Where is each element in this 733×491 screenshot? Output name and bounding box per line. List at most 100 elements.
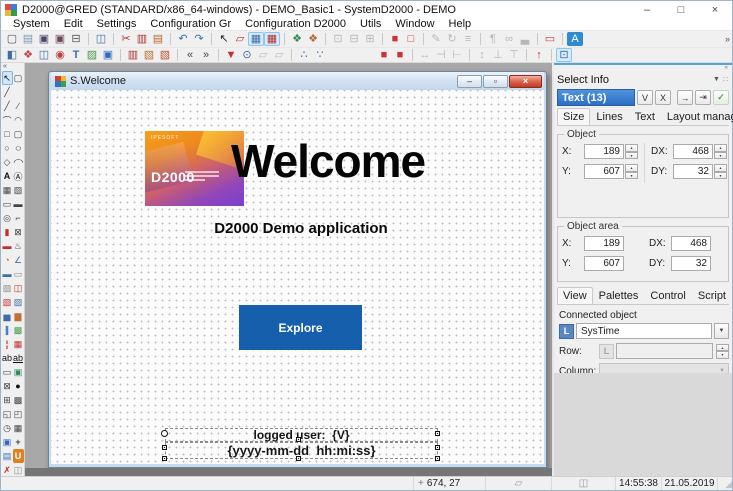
eraser-icon[interactable]: ▱	[255, 48, 271, 62]
tool-ellipse-button[interactable]: ◎	[2, 211, 13, 225]
same-width-icon[interactable]: ↔	[417, 48, 433, 62]
tool-window-b[interactable]: ◰	[13, 407, 24, 421]
redo-icon[interactable]: ↷	[191, 32, 207, 46]
tool-u-block[interactable]: U	[13, 449, 24, 463]
close-button[interactable]: ×	[698, 1, 732, 19]
new-window-icon[interactable]: ◧	[4, 48, 20, 62]
tool-pause[interactable]: ∥	[2, 323, 13, 337]
tool-gauge-small[interactable]: ▭	[13, 267, 24, 281]
tab-text[interactable]: Text	[629, 108, 661, 125]
tool-clock[interactable]: ◷	[2, 421, 13, 435]
text-object-icon[interactable]: A	[567, 32, 583, 46]
tool-led[interactable]: ▣	[13, 365, 24, 379]
schema-colors-icon[interactable]: ❖	[289, 32, 305, 46]
cut-icon[interactable]: ✂	[118, 32, 134, 46]
grow-height-icon[interactable]: ⊤	[506, 48, 522, 62]
tool-rectangle[interactable]: □	[2, 127, 13, 141]
snap-grid-icon[interactable]: ▦	[264, 32, 280, 46]
tab-size[interactable]: Size	[557, 108, 590, 125]
tool-3d-frame[interactable]: ▧	[13, 183, 24, 197]
grid-icon[interactable]: ▦	[248, 32, 264, 46]
welcome-heading[interactable]: Welcome	[231, 136, 425, 186]
toolbar-overflow-icon[interactable]: »	[725, 34, 730, 44]
schema-window-titlebar[interactable]: S.Welcome – ▫ ×	[51, 72, 544, 90]
connect-objects-icon[interactable]: ∴	[296, 48, 312, 62]
menu-utils[interactable]: Utils	[353, 19, 388, 30]
logged-user-text-object[interactable]: logged user: {V}	[165, 428, 438, 442]
rotate-icon[interactable]: ↻	[444, 32, 460, 46]
send-back-obj-icon[interactable]: ■	[392, 48, 408, 62]
tool-bar-graph[interactable]: ▅	[2, 309, 13, 323]
ungroup-icon[interactable]: ⊟	[346, 32, 362, 46]
tool-table[interactable]: ▦	[2, 183, 13, 197]
connected-object-dropdown-icon[interactable]: ▼	[714, 323, 729, 339]
last-object-button[interactable]: ⇥	[695, 90, 711, 105]
object-reference-button[interactable]: L	[559, 324, 574, 339]
tool-text[interactable]: A	[2, 169, 13, 183]
export-icon[interactable]: ▧	[157, 48, 173, 62]
undo-icon[interactable]: ↶	[175, 32, 191, 46]
y-input[interactable]: 607	[584, 164, 624, 179]
zoom-icon[interactable]: ⊙	[239, 48, 255, 62]
save-all-icon[interactable]: ▣	[52, 32, 68, 46]
dx-input[interactable]: 468	[673, 144, 713, 159]
tool-dot[interactable]: ●	[13, 379, 24, 393]
selection-handle[interactable]	[296, 456, 301, 461]
x-input[interactable]: 189	[584, 144, 624, 159]
tool-bar-indicator[interactable]: ▮	[2, 225, 13, 239]
tab-view[interactable]: View	[557, 287, 593, 304]
tool-button[interactable]: ▭	[2, 197, 13, 211]
snap-active-icon[interactable]: ⊡	[556, 48, 572, 62]
paragraph-icon[interactable]: ¶	[485, 32, 501, 46]
align-icon[interactable]: ≡	[460, 32, 476, 46]
menu-settings[interactable]: Settings	[90, 19, 144, 30]
tool-text-ab[interactable]: ab	[2, 351, 13, 365]
tool-arc[interactable]: ⌒	[2, 113, 13, 127]
tool-matrix[interactable]: ▩	[13, 393, 24, 407]
value-button[interactable]: V	[637, 90, 653, 105]
selection-handle[interactable]	[296, 437, 301, 442]
panel-menu-arrow-icon[interactable]: ▼	[710, 76, 723, 83]
tool-checkbox[interactable]: ⊞	[2, 393, 13, 407]
tool-text-frame[interactable]: Ⓐ	[13, 169, 24, 183]
tool-windows-control[interactable]: ⊠	[2, 379, 13, 393]
schema-close-button[interactable]: ×	[509, 75, 542, 88]
schema-canvas[interactable]: IPESOFT D2000 Welcome D2000 Demo applica…	[51, 90, 544, 464]
tool-move[interactable]: +	[13, 435, 24, 449]
clear-button[interactable]: X	[655, 90, 671, 105]
import-icon[interactable]: ▧	[141, 48, 157, 62]
tool-aggregate[interactable]: ♨	[13, 239, 24, 253]
panel-grip-icon[interactable]: ∷	[723, 75, 729, 84]
send-to-back-icon[interactable]: □	[403, 32, 419, 46]
tool-window-small[interactable]: ◫	[13, 463, 24, 476]
tool-line[interactable]: ╱	[2, 85, 13, 99]
edit-points-icon[interactable]: ✎	[428, 32, 444, 46]
menu-system[interactable]: System	[6, 19, 57, 30]
tool-oval-button[interactable]: ▭	[2, 365, 13, 379]
tool-3d-button[interactable]: ▬	[13, 197, 24, 211]
tool-pointer[interactable]: ↖	[2, 71, 13, 85]
menu-configuration-d2000[interactable]: Configuration D2000	[238, 19, 353, 30]
paste-icon[interactable]: ▤	[150, 32, 166, 46]
tool-multiline[interactable]: ∕	[13, 99, 24, 113]
grow-width-icon[interactable]: ⊢	[449, 48, 465, 62]
tile-windows-icon[interactable]: ◫	[36, 48, 52, 62]
tool-rubber-band[interactable]: ▢	[13, 71, 24, 85]
logo-image[interactable]: IPESOFT D2000	[145, 131, 244, 206]
tool-grid-table[interactable]: ▦	[13, 421, 24, 435]
regroup-icon[interactable]: ⊞	[362, 32, 378, 46]
tool-text-ab-frame[interactable]: ab	[13, 351, 24, 365]
eraser-soft-icon[interactable]: ▱	[271, 48, 287, 62]
tab-script[interactable]: Script	[692, 287, 732, 304]
disconnect-objects-icon[interactable]: ∵	[312, 48, 328, 62]
open-schema-icon[interactable]: ❖	[20, 48, 36, 62]
schema-minimize-button[interactable]: –	[457, 75, 482, 88]
selection-handle[interactable]	[162, 445, 167, 450]
tool-window-a[interactable]: ◱	[2, 407, 13, 421]
menu-help[interactable]: Help	[442, 19, 479, 30]
group-icon[interactable]: ⊡	[330, 32, 346, 46]
tab-control[interactable]: Control	[644, 287, 691, 304]
apply-button[interactable]: ✓	[713, 90, 729, 105]
tool-color-strip[interactable]: ▬	[2, 239, 13, 253]
tool-pie-chart[interactable]: ◔	[2, 253, 13, 267]
